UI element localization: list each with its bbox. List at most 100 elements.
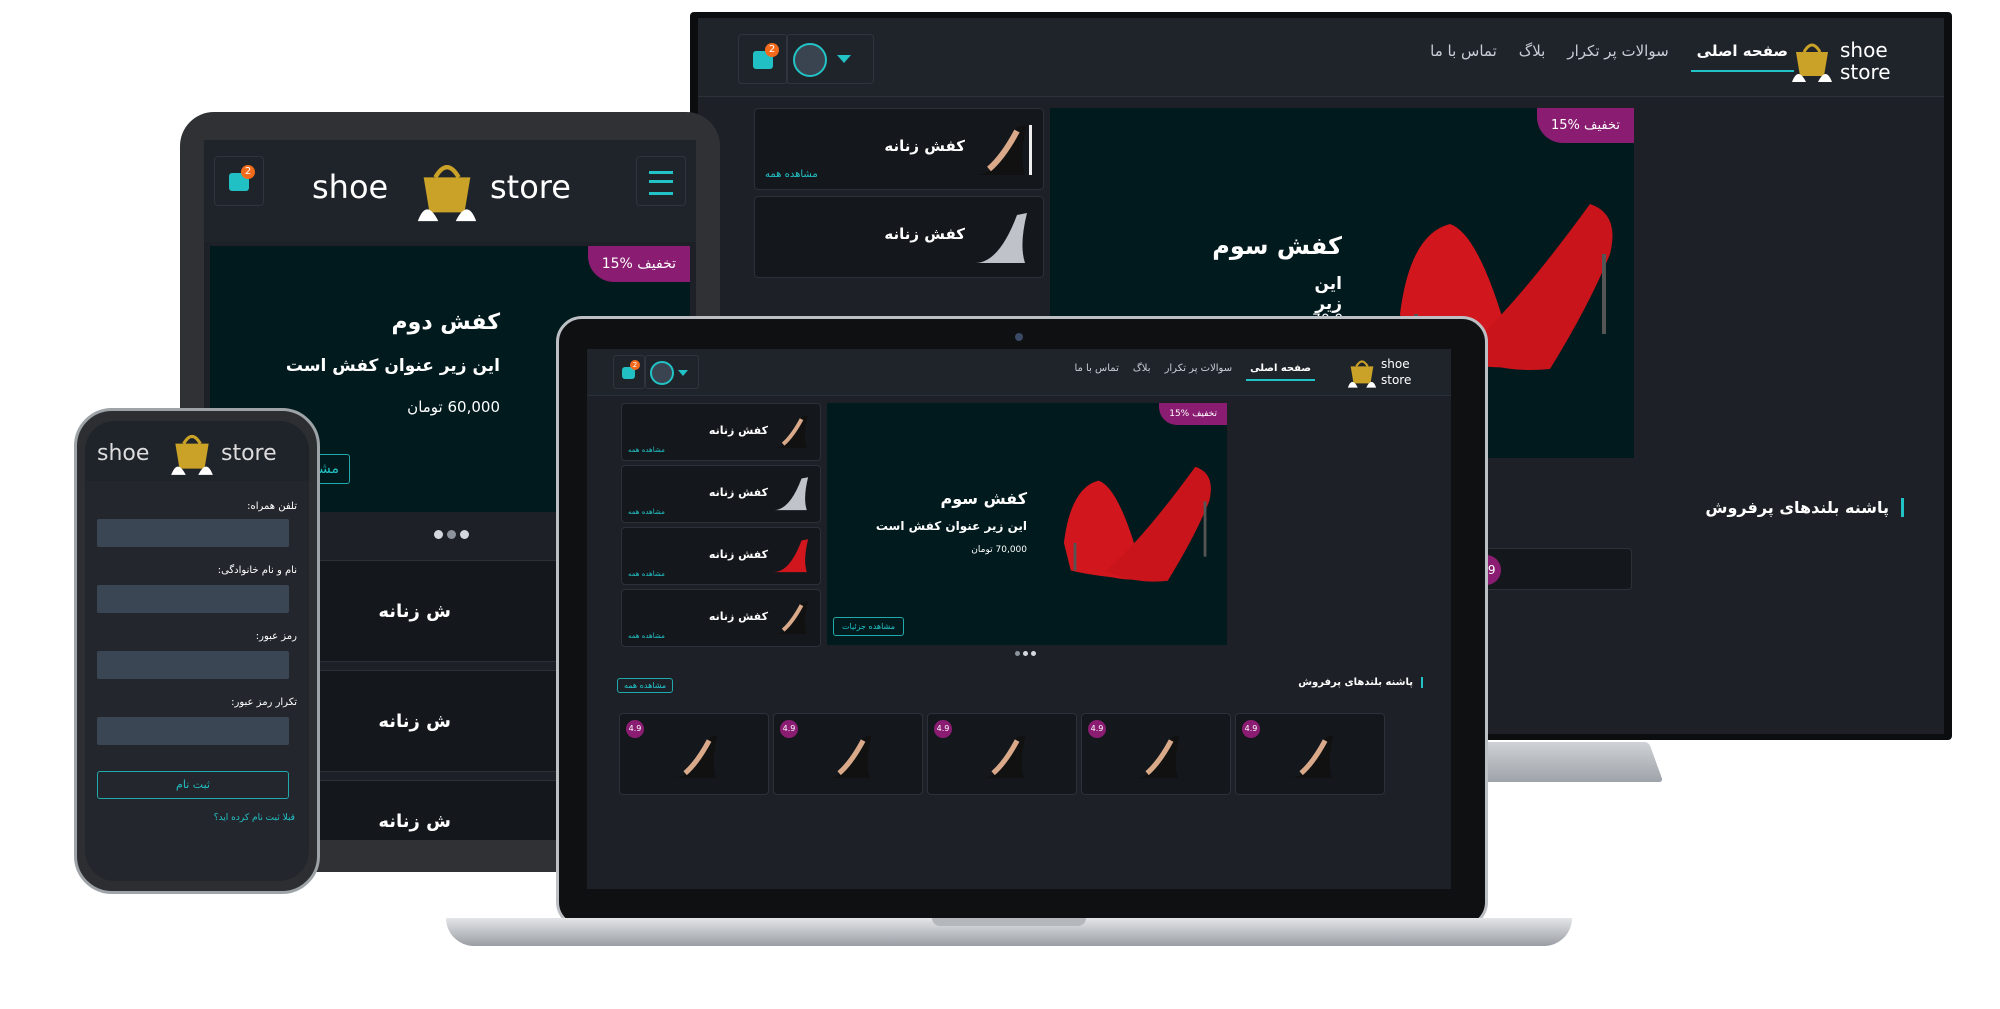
red-heel-image xyxy=(773,539,809,573)
shoe-bag-logo-icon xyxy=(1347,360,1377,388)
bestsellers-title: پاشنه بلندهای پرفروش xyxy=(1298,677,1423,688)
slider-dots[interactable] xyxy=(434,530,469,539)
password-field[interactable] xyxy=(97,651,289,679)
nav-contact[interactable]: تماس با ما xyxy=(1430,42,1497,72)
user-menu[interactable] xyxy=(645,355,699,389)
hero-banner: 15% تخفیف کفش سوم این زیر عنوان کفش است … xyxy=(827,403,1227,645)
rating-badge: 4.9 xyxy=(1242,720,1260,738)
cart-button[interactable]: 2 xyxy=(214,156,264,206)
category-card-title: کفش زنانه xyxy=(708,548,768,561)
register-button[interactable]: ثبت نام xyxy=(97,771,289,799)
user-menu[interactable] xyxy=(786,34,874,84)
shoe-bag-logo-icon xyxy=(1792,43,1832,82)
tv-stand xyxy=(1458,742,1664,782)
rating-badge: 4.9 xyxy=(1088,720,1106,738)
slider-dot[interactable] xyxy=(460,530,469,539)
brand-logo[interactable]: shoe store xyxy=(97,427,297,477)
brand-logo[interactable]: shoe store xyxy=(1788,36,1908,84)
black-heel-image xyxy=(827,735,872,779)
black-heel-image xyxy=(673,735,718,779)
name-label: نام و نام خانوادگی: xyxy=(217,565,297,576)
category-card-title: ش زنانه xyxy=(378,811,451,832)
hero-currency: تومان xyxy=(407,398,443,416)
password-label: رمز عبور: xyxy=(255,631,297,642)
phone-field[interactable] xyxy=(97,519,289,547)
product-card[interactable]: 4.9 xyxy=(619,713,769,795)
product-card[interactable]: 4.9 xyxy=(1081,713,1231,795)
brand-word2: store xyxy=(221,441,277,466)
rating-badge: 4.9 xyxy=(934,720,952,738)
hero-title: کفش سوم xyxy=(1212,232,1342,260)
product-card[interactable]: 4.9 xyxy=(927,713,1077,795)
hero-currency: تومان xyxy=(971,545,993,555)
tablet-header: shoe store 2 xyxy=(204,140,696,242)
bestsellers-title: پاشنه بلندهای پرفروش xyxy=(1705,498,1904,517)
category-card[interactable]: کفش زنانه مشاهده همه xyxy=(621,527,821,585)
slider-dot[interactable] xyxy=(434,530,443,539)
category-card-link[interactable]: مشاهده همه xyxy=(628,632,665,640)
nav-home[interactable]: صفحه اصلی xyxy=(1246,363,1315,381)
phone-screen: shoe store تلفن همراه: نام و نام خانوادگ… xyxy=(85,421,309,881)
brand-logo[interactable]: shoe store xyxy=(1345,353,1415,391)
black-heel-image xyxy=(975,125,1032,175)
nav-faq[interactable]: سوالات پر تکرار xyxy=(1567,42,1668,72)
category-card-link[interactable]: مشاهده همه xyxy=(765,169,818,180)
details-button[interactable]: مشاهده جزئیات xyxy=(833,617,904,636)
bestsellers-title-text: پاشنه بلندهای پرفروش xyxy=(1298,677,1413,688)
cart-count-badge: 2 xyxy=(765,43,779,57)
category-card-title: کفش زنانه xyxy=(708,610,768,623)
category-card[interactable]: کفش زنانه مشاهده همه xyxy=(621,589,821,647)
view-all-button[interactable]: مشاهده همه xyxy=(617,678,674,693)
brand-word2: store xyxy=(1840,60,1891,84)
login-link[interactable]: قبلا ثبت نام کرده اید؟ xyxy=(214,813,295,823)
silver-heel-image xyxy=(975,213,1027,263)
category-card-title: کفش زنانه xyxy=(708,486,768,499)
nav-contact[interactable]: تماس با ما xyxy=(1074,363,1118,381)
brand-logo[interactable]: shoe store xyxy=(312,154,592,224)
category-card[interactable]: کفش زنانه مشاهده همه xyxy=(621,465,821,523)
menu-button[interactable] xyxy=(636,156,686,206)
category-card[interactable]: کفش زنانه مشاهده همه xyxy=(754,108,1044,190)
hero-title: کفش سوم xyxy=(940,489,1028,508)
category-card-title: کفش زنانه xyxy=(884,137,965,155)
black-heel-image xyxy=(981,735,1026,779)
slider-dot[interactable] xyxy=(447,530,456,539)
slider-dot[interactable] xyxy=(1015,651,1020,656)
category-card-title: ش زنانه xyxy=(378,711,451,732)
category-card[interactable]: کفش زنانه xyxy=(754,196,1044,278)
slider-dot[interactable] xyxy=(1031,651,1036,656)
nav-blog[interactable]: بلاگ xyxy=(1519,42,1546,72)
main-nav: صفحه اصلی سوالات پر تکرار بلاگ تماس با م… xyxy=(1074,363,1315,381)
cart-count-badge: 2 xyxy=(630,360,640,370)
product-card[interactable]: 4.9 xyxy=(773,713,923,795)
laptop-device: shoe store صفحه اصلی سوالات پر تکرار بلا… xyxy=(556,316,1488,928)
bestsellers-title-text: پاشنه بلندهای پرفروش xyxy=(1705,498,1889,517)
main-nav: صفحه اصلی سوالات پر تکرار بلاگ تماس با م… xyxy=(1430,42,1794,72)
phone-device: shoe store تلفن همراه: نام و نام خانوادگ… xyxy=(74,408,320,894)
nav-blog[interactable]: بلاگ xyxy=(1133,363,1151,381)
discount-badge: 15% تخفیف xyxy=(587,246,690,282)
red-heels-image xyxy=(1063,466,1211,582)
name-field[interactable] xyxy=(97,585,289,613)
cart-button[interactable]: 2 xyxy=(738,34,788,84)
category-card-link[interactable]: مشاهده همه xyxy=(628,570,665,578)
silver-heel-image xyxy=(773,477,809,511)
nav-faq[interactable]: سوالات پر تکرار xyxy=(1165,363,1233,381)
product-card[interactable]: 4.9 xyxy=(1235,713,1385,795)
cart-button[interactable]: 2 xyxy=(613,355,645,389)
laptop-notch xyxy=(932,918,1086,926)
slider-dots[interactable] xyxy=(1015,651,1036,656)
category-card[interactable]: کفش زنانه مشاهده همه xyxy=(621,403,821,461)
nav-home[interactable]: صفحه اصلی xyxy=(1690,42,1794,72)
discount-badge: 15% تخفیف xyxy=(1537,108,1634,143)
category-card-link[interactable]: مشاهده همه xyxy=(628,446,665,454)
category-card-link[interactable]: مشاهده همه xyxy=(628,508,665,516)
hero-price: 60,000 تومان xyxy=(407,398,500,416)
hero-price: 70,000 تومان xyxy=(971,545,1027,555)
shoe-bag-logo-icon xyxy=(171,434,213,475)
black-heel-image xyxy=(1289,735,1334,779)
confirm-password-field[interactable] xyxy=(97,717,289,745)
brand-word1: shoe xyxy=(97,441,150,466)
hero-subtitle: این زیر عنوان کفش است xyxy=(285,356,500,376)
slider-dot[interactable] xyxy=(1023,651,1028,656)
